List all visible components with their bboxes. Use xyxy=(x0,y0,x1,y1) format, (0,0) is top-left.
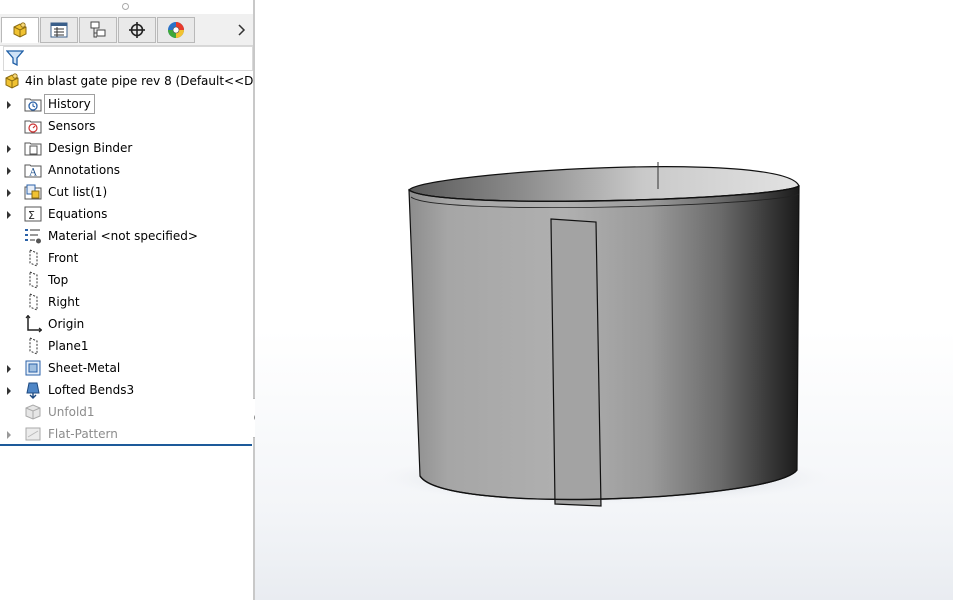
tree-item-label: History xyxy=(44,94,95,114)
dimxpertmanager-tab[interactable] xyxy=(118,17,156,43)
tree-root-part[interactable]: 4in blast gate pipe rev 8 (Default<<Defa… xyxy=(0,71,253,91)
tree-item-label: Unfold1 xyxy=(48,405,95,419)
material-icon xyxy=(24,227,42,245)
tree-item-material-not-specified[interactable]: Material <not specified> xyxy=(0,225,253,247)
tree-item-equations[interactable]: Σ Equations xyxy=(0,203,253,225)
sheet-metal-cylinder-model[interactable] xyxy=(255,0,953,600)
expand-arrow-icon[interactable] xyxy=(6,385,12,395)
tree-item-label: Cut list(1) xyxy=(48,185,108,199)
chevron-right-icon[interactable] xyxy=(235,22,249,38)
design-binder-icon xyxy=(24,139,42,157)
tree-item-top[interactable]: Top xyxy=(0,269,253,291)
tree-item-label: Material <not specified> xyxy=(48,229,198,243)
expand-arrow-icon[interactable] xyxy=(6,429,12,439)
tree-item-sheet-metal[interactable]: Sheet-Metal xyxy=(0,357,253,379)
feature-manager-panel: 4in blast gate pipe rev 8 (Default<<Defa… xyxy=(0,0,253,600)
cylinder-outer-wall xyxy=(408,184,800,501)
expand-arrow-icon[interactable] xyxy=(6,143,12,153)
cut-list-icon xyxy=(24,183,42,201)
expand-arrow-icon[interactable] xyxy=(6,187,12,197)
property-list-icon xyxy=(50,22,68,38)
plane-icon xyxy=(24,293,42,311)
annotations-icon: A xyxy=(24,161,42,179)
equations-icon: Σ xyxy=(24,205,42,223)
tree-item-label: Equations xyxy=(48,207,108,221)
tree-item-right[interactable]: Right xyxy=(0,291,253,313)
manager-tab-bar xyxy=(0,14,253,46)
tree-item-label: Design Binder xyxy=(48,141,133,155)
configurationmanager-tab[interactable] xyxy=(79,17,117,43)
unfold-icon xyxy=(24,403,42,421)
part-icon xyxy=(5,73,19,89)
expand-arrow-icon[interactable] xyxy=(6,99,12,109)
rollback-bar[interactable] xyxy=(0,444,252,446)
propertymanager-tab[interactable] xyxy=(40,17,78,43)
expand-arrow-icon[interactable] xyxy=(6,165,12,175)
origin-icon xyxy=(24,314,43,333)
tree-filter-input[interactable] xyxy=(3,46,253,71)
lofted-bends-icon xyxy=(24,381,42,399)
configuration-icon xyxy=(90,21,106,38)
tree-item-label: Right xyxy=(48,295,80,309)
featuremanager-tab[interactable] xyxy=(1,17,39,43)
tree-item-plane1[interactable]: Plane1 xyxy=(0,335,253,357)
displaymanager-tab[interactable] xyxy=(157,17,195,43)
tree-item-cut-list-1[interactable]: Cut list(1) xyxy=(0,181,253,203)
tree-item-label: Flat-Pattern xyxy=(48,427,118,441)
plane-icon xyxy=(24,337,42,355)
tree-item-lofted-bends3[interactable]: Lofted Bends3 xyxy=(0,379,253,401)
tree-item-sensors[interactable]: Sensors xyxy=(0,115,253,137)
tree-item-label: Sheet-Metal xyxy=(48,361,121,375)
tree-item-label: Front xyxy=(48,251,79,265)
part-icon xyxy=(13,22,27,38)
tree-item-label: Origin xyxy=(48,317,85,331)
tree-item-history[interactable]: History xyxy=(0,93,253,115)
tree-item-label: Plane1 xyxy=(48,339,89,353)
tree-item-annotations[interactable]: A Annotations xyxy=(0,159,253,181)
part-name-label: 4in blast gate pipe rev 8 (Default<<Defa… xyxy=(25,74,253,88)
svg-text:A: A xyxy=(29,168,38,179)
tree-item-unfold1[interactable]: Unfold1 xyxy=(0,401,253,423)
tree-item-design-binder[interactable]: Design Binder xyxy=(0,137,253,159)
panel-grip-handle[interactable] xyxy=(122,3,129,10)
graphics-area[interactable] xyxy=(255,0,953,600)
flat-pattern-icon xyxy=(24,425,42,443)
tree-item-front[interactable]: Front xyxy=(0,247,253,269)
tree-item-label: Top xyxy=(48,273,69,287)
sheet-metal-icon xyxy=(24,359,42,377)
expand-arrow-icon[interactable] xyxy=(6,363,12,373)
tree-item-flat-pattern[interactable]: Flat-Pattern xyxy=(0,423,253,445)
tree-item-origin[interactable]: Origin xyxy=(0,313,253,335)
tree-item-label: Annotations xyxy=(48,163,121,177)
svg-text:Σ: Σ xyxy=(28,209,35,222)
tree-item-label: Sensors xyxy=(48,119,96,133)
sensors-folder-icon xyxy=(24,117,42,135)
expand-arrow-icon[interactable] xyxy=(6,209,12,219)
plane-icon xyxy=(24,249,42,267)
history-folder-icon xyxy=(24,95,42,113)
tree-item-label: Lofted Bends3 xyxy=(48,383,135,397)
plane-icon xyxy=(24,271,42,289)
crosshair-icon xyxy=(129,22,145,38)
seam-overlap-strip xyxy=(550,218,602,507)
display-pie-icon xyxy=(168,22,184,38)
filter-icon[interactable] xyxy=(6,49,24,67)
